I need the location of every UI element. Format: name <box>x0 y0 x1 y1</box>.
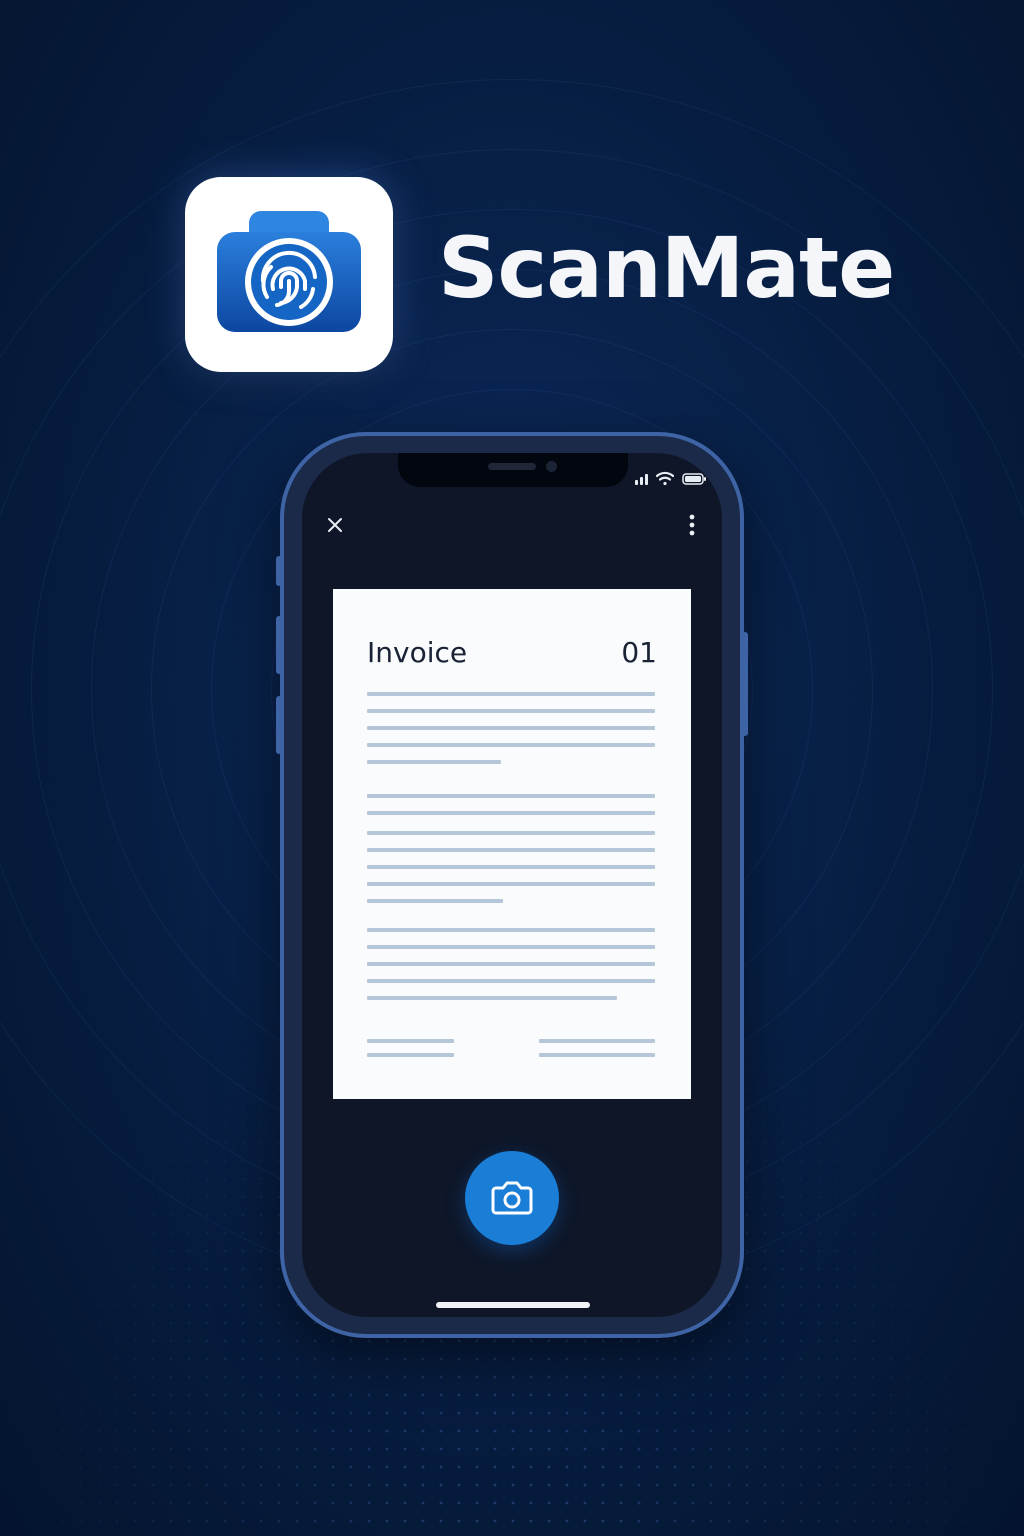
volume-up-button <box>276 556 282 586</box>
close-button[interactable] <box>322 512 348 538</box>
camera-icon <box>491 1181 533 1215</box>
app-name: ScanMate <box>438 219 895 317</box>
status-bar <box>633 470 709 493</box>
more-options-button[interactable] <box>680 512 704 540</box>
more-vertical-icon <box>689 514 695 536</box>
close-icon <box>328 518 342 532</box>
home-indicator[interactable] <box>436 1302 590 1308</box>
side-button-left <box>276 696 282 754</box>
front-camera <box>546 461 557 472</box>
wifi-icon <box>655 471 675 486</box>
capture-button[interactable] <box>465 1151 559 1245</box>
earpiece-speaker <box>488 463 536 470</box>
document-title: Invoice <box>367 636 468 669</box>
power-button <box>742 632 748 736</box>
battery-icon <box>682 473 706 485</box>
phone-notch <box>398 453 628 487</box>
document-number: 01 <box>621 636 657 669</box>
app-logo <box>185 177 393 372</box>
signal-icon <box>635 474 648 485</box>
volume-down-button <box>276 616 282 674</box>
camera-fingerprint-icon <box>217 211 361 332</box>
